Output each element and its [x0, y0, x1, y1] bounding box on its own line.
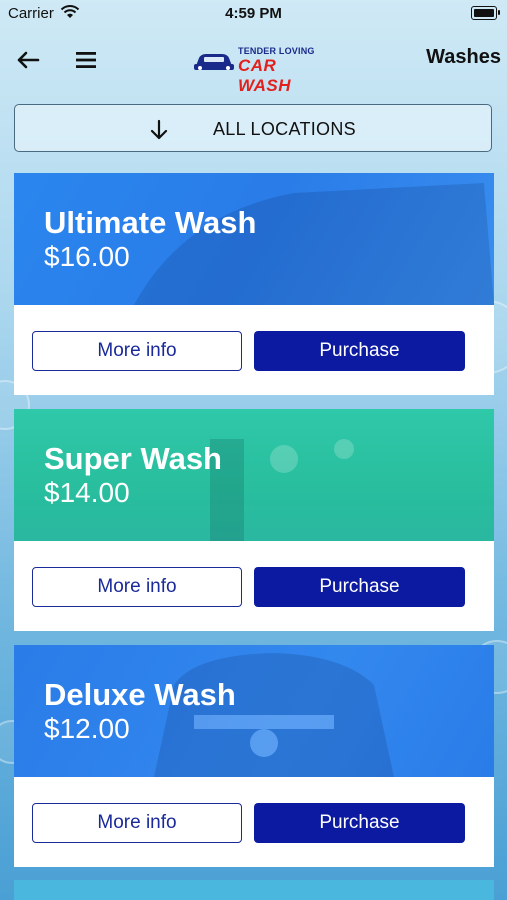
wash-price: $14.00 [44, 477, 130, 508]
back-arrow-icon[interactable] [14, 46, 42, 74]
wash-banner: Deluxe Wash $12.00 [14, 645, 494, 777]
wash-card-partial [14, 880, 494, 900]
wash-card: Super Wash $14.00 More info Purchase [14, 409, 494, 631]
brand-logo: TENDER LOVING CAR WASH [192, 44, 318, 95]
more-info-button[interactable]: More info [32, 567, 242, 607]
purchase-button[interactable]: Purchase [254, 803, 465, 843]
wash-card: Ultimate Wash $16.00 More info Purchase [14, 173, 494, 395]
wash-price: $16.00 [44, 241, 130, 272]
location-filter-label: ALL LOCATIONS [213, 119, 356, 139]
hamburger-menu-icon[interactable] [72, 46, 100, 74]
status-bar: Carrier 4:59 PM [0, 0, 507, 28]
wash-name: Ultimate Wash [44, 205, 257, 240]
wash-name: Deluxe Wash [44, 677, 236, 712]
more-info-button[interactable]: More info [32, 331, 242, 371]
nav-bar: TENDER LOVING CAR WASH Washes [0, 36, 507, 95]
purchase-button[interactable]: Purchase [254, 567, 465, 607]
wash-banner: Ultimate Wash $16.00 [14, 173, 494, 305]
wash-price: $12.00 [44, 713, 130, 744]
more-info-button[interactable]: More info [32, 803, 242, 843]
location-filter-button[interactable]: ALL LOCATIONS [14, 104, 492, 152]
arrow-down-icon [150, 119, 168, 140]
wash-name: Super Wash [44, 441, 222, 476]
page-title: Washes [426, 46, 501, 68]
wash-banner: Super Wash $14.00 [14, 409, 494, 541]
wash-card: Deluxe Wash $12.00 More info Purchase [14, 645, 494, 867]
clock: 4:59 PM [225, 5, 282, 22]
logo-text-bottom: CAR WASH [238, 56, 291, 95]
battery-icon [471, 6, 500, 20]
purchase-button[interactable]: Purchase [254, 331, 465, 371]
car-logo-icon [194, 54, 234, 70]
logo-text-top: TENDER LOVING [238, 46, 315, 56]
